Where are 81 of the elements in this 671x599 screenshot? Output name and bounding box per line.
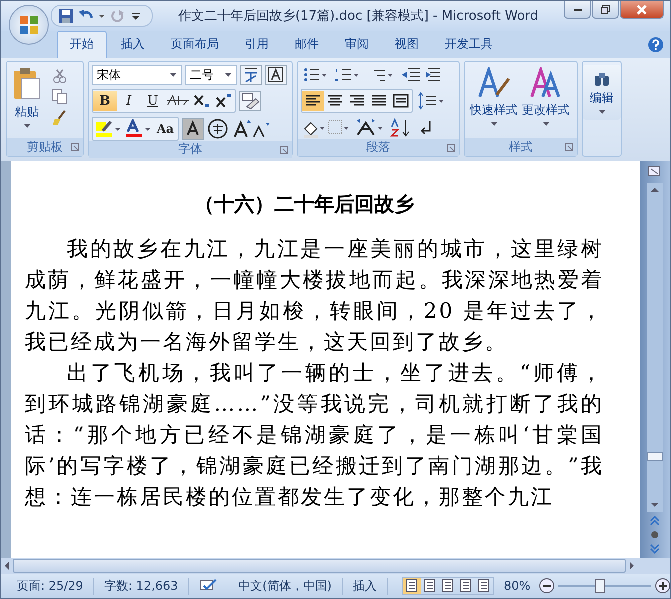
dialog-launcher-icon[interactable] [447,144,455,152]
scroll-thumb[interactable] [13,559,626,573]
scroll-up-icon[interactable] [650,186,660,194]
ribbon-tab[interactable]: 开始 [57,31,107,58]
styles-button[interactable]: 快速样式 [468,65,520,128]
font-name-dropdown[interactable]: 宋体 [92,65,182,85]
ribbon-tab[interactable]: 邮件 [283,32,331,58]
binoculars-icon [593,71,611,87]
insert-mode-status[interactable]: 插入 [342,578,388,594]
dialog-launcher-icon[interactable] [280,146,288,154]
ribbon-tab[interactable]: 页面布局 [159,32,231,58]
view-button[interactable] [402,578,421,594]
caret-icon [225,73,232,77]
maximize-button[interactable] [592,1,619,19]
font-size-dropdown[interactable]: 二号 [185,65,237,85]
eraser-icon[interactable] [239,91,261,111]
minimize-button[interactable] [564,1,591,19]
ribbon-tab[interactable]: 插入 [109,32,157,58]
caret-icon [490,122,498,126]
ribbon-tab[interactable]: 审阅 [333,32,381,58]
window-title: 作文二十年后回故乡(17篇).doc [兼容模式] - Microsoft Word [177,8,540,25]
group-title: 样式 [509,138,533,156]
zoom-out-icon[interactable] [538,578,554,594]
group-title: 字体 [178,141,202,158]
paste-button[interactable]: 粘贴 [10,65,44,130]
editing-button[interactable]: 编辑 [583,65,621,120]
letter-brush-icon [477,67,511,99]
minimize-icon [574,8,582,10]
dialog-launcher-icon[interactable] [71,143,79,151]
restore-icon [600,4,610,14]
help-icon[interactable] [648,36,664,52]
ribbon-tab[interactable]: 引用 [233,32,281,58]
caret-icon [170,73,177,77]
scroll-down-icon[interactable] [650,501,660,509]
highlighter-icon[interactable] [93,119,123,139]
change-case-button[interactable]: Aa [153,122,178,136]
scroll-right-icon[interactable] [628,561,636,571]
save-icon[interactable] [58,8,74,24]
caret-icon [598,110,606,114]
office-button[interactable] [9,5,49,45]
styles-button[interactable]: 更改样式 [520,65,572,128]
close-icon [636,4,648,16]
character-shading-icon[interactable] [182,118,204,140]
paragraph: 我的故乡在九江，九江是一座美丽的城市，这里绿树成荫，鲜花盛开，一幢幢大楼拔地而起。我深深地热爱着九江。光阴似箭，日月如梭，转眼间，20 是年过去了，我已经成为一名海外留学生，这天回到了故乡。 [25,236,604,356]
font-color-icon[interactable] [123,119,153,139]
brush-icon[interactable] [52,110,68,126]
line-spacing-icon[interactable] [416,91,446,111]
zoom-level[interactable]: 80% [504,579,531,593]
dialog-launcher-icon[interactable] [565,143,573,151]
font-size-change-icon[interactable] [232,118,272,140]
group-title: 段落 [366,139,390,156]
browse-object-icon[interactable] [650,530,660,540]
group-title: 剪贴板 [27,138,63,156]
paragraph: 出了飞机场，我叫了一辆的士，坐了进去。“师傅，到环城路锦湖豪庭……”没等我说完，司机就打断了我的话：“那个地方已经不是锦湖豪庭了，是一栋叫‘甘棠国际’的写字楼了，锦湖豪庭已经搬迁到了南门湖那边。”我想：连一栋居民楼的位置都发生了变化，那整个九江 [25,360,604,511]
caret-icon [542,122,550,126]
document-heading: （十六）二十年后回故乡 [194,191,416,218]
copy-icon[interactable] [52,89,68,105]
page-count[interactable]: 页面: 25/29 [7,578,94,594]
phonetic-guide-icon[interactable] [240,65,262,85]
format-button[interactable]: U [141,91,165,111]
vertical-scrollbar[interactable] [640,161,670,558]
language-status[interactable]: 中文(简体，中国) [228,578,343,594]
scroll-thumb[interactable] [647,452,663,461]
scissors-icon[interactable] [52,68,68,84]
scroll-left-icon[interactable] [3,561,11,571]
format-button[interactable]: I [117,91,141,111]
zoom-in-icon[interactable] [654,578,670,594]
close-button[interactable] [620,1,664,19]
letters-icon [529,67,563,99]
format-button[interactable]: B [93,91,117,111]
align-button[interactable] [302,91,324,111]
zoom-slider-thumb[interactable] [595,579,606,593]
office-logo-icon [18,14,40,36]
clipboard-icon [12,67,42,101]
character-border-icon[interactable] [265,65,287,85]
word-count[interactable]: 字数: 12,663 [94,578,190,594]
horizontal-scrollbar[interactable] [1,558,670,574]
ribbon-tab[interactable]: 开发工具 [433,32,505,58]
caret-icon [24,124,30,128]
enclosed-character-icon[interactable] [207,118,230,140]
ribbon-tab[interactable]: 视图 [383,32,431,58]
